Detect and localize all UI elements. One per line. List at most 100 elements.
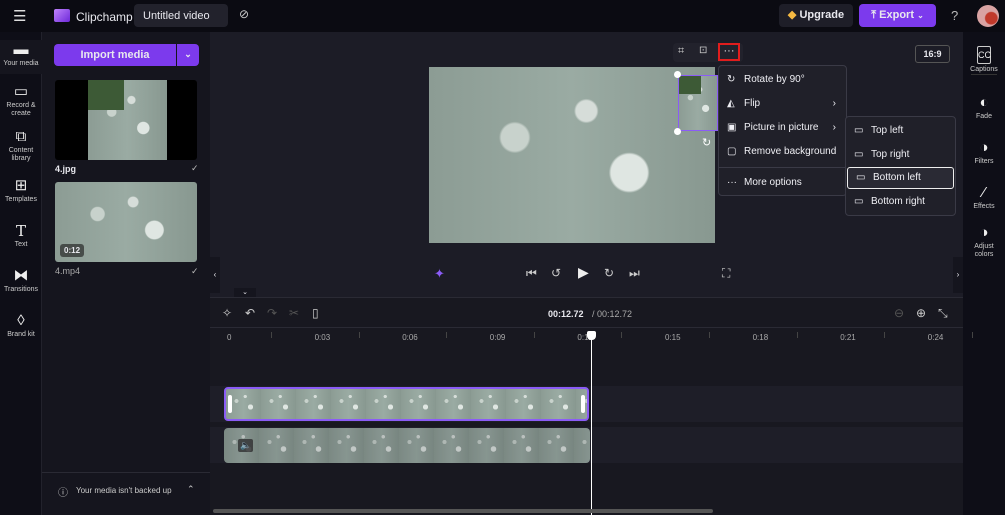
nav-filters[interactable]: ◑ Filters [963, 140, 1005, 166]
more-options-button[interactable]: ··· [718, 43, 740, 61]
aspect-ratio-button[interactable]: 16:9 [915, 45, 950, 63]
pip-submenu: ▭ Top left ▭ Top right ▭ Bottom left ▭ Botto… [845, 116, 956, 216]
redo-icon[interactable]: ↷ [267, 306, 277, 320]
collapse-timeline-button[interactable]: ⌄ [234, 288, 256, 297]
video-preview[interactable] [429, 67, 715, 243]
submenu-bottom-right[interactable]: ▭ Bottom right [846, 191, 955, 213]
rotate-handle-icon[interactable]: ↻ [702, 136, 711, 149]
chevron-up-icon[interactable]: ⌃ [187, 484, 195, 495]
media-name: 4.mp4 [55, 266, 81, 276]
upgrade-button[interactable]: ◆ Upgrade [779, 4, 853, 27]
nav-transitions[interactable]: ⧓ Transitions [0, 268, 42, 294]
fit-timeline-icon[interactable]: ⤡ [938, 306, 948, 321]
nav-text[interactable]: T Text [0, 223, 42, 249]
undo-icon[interactable]: ↶ [245, 306, 255, 320]
divider [210, 327, 963, 328]
nav-fade[interactable]: ◐ Fade [963, 95, 1005, 121]
zoom-in-icon[interactable]: ⊕ [916, 306, 926, 320]
play-button[interactable]: ▶ [578, 264, 589, 281]
current-time: 00:12.72 [548, 309, 584, 319]
rewind-5-icon[interactable]: ↺ [551, 266, 561, 280]
skip-back-icon[interactable]: ⏮ [526, 266, 537, 281]
help-button[interactable]: ? [951, 8, 958, 23]
ruler-tick-label: 0:06 [402, 333, 418, 342]
fit-icon[interactable]: ⊡ [699, 45, 707, 56]
menu-item-flip[interactable]: ◭ Flip › [719, 93, 846, 115]
nav-adjust-colors[interactable]: ◑ Adjust colors [963, 225, 1005, 259]
nav-brand-kit[interactable]: ◊ Brand kit [0, 313, 42, 339]
ruler-minor-tick [884, 332, 886, 338]
cloud-sync-off-icon[interactable]: ⊘ [239, 7, 249, 21]
video-clip[interactable] [224, 387, 589, 421]
nav-label: Fade [976, 113, 992, 120]
backup-notice[interactable]: Your media isn't backed up [76, 486, 172, 495]
zoom-out-icon[interactable]: ⊖ [894, 306, 904, 320]
speaker-icon[interactable]: 🔈 [238, 439, 254, 452]
submenu-top-left[interactable]: ▭ Top left [846, 120, 955, 142]
ruler-minor-tick [621, 332, 623, 338]
resize-handle[interactable] [674, 71, 681, 78]
timeline-scrollbar[interactable] [213, 509, 713, 513]
submenu-bottom-left[interactable]: ▭ Bottom left [847, 167, 954, 189]
check-circle-icon: ✓ [191, 163, 199, 173]
image-preview [88, 80, 167, 160]
magic-camera-icon[interactable]: ✦ [434, 266, 445, 282]
foliage [88, 80, 124, 110]
forward-5-icon[interactable]: ↻ [604, 266, 614, 280]
hamburger-menu-icon[interactable]: ☰ [13, 7, 26, 25]
import-media-button[interactable]: Import media [54, 44, 176, 66]
pip-selection[interactable] [678, 75, 718, 131]
nav-label: Transitions [4, 286, 38, 293]
ruler-minor-tick [796, 332, 798, 338]
foliage [679, 76, 701, 94]
pip-position-icon: ▭ [854, 149, 864, 160]
nav-captions[interactable]: CC Captions [963, 46, 1005, 74]
pip-position-icon: ▭ [856, 172, 866, 183]
magic-edit-icon[interactable]: ✧ [222, 306, 232, 320]
avatar[interactable] [977, 5, 999, 27]
playhead-handle[interactable] [587, 331, 596, 340]
nav-templates[interactable]: ⊞ Templates [0, 178, 42, 204]
divider [42, 472, 210, 473]
add-media-icon[interactable]: ▯ [312, 306, 319, 320]
nav-content-library[interactable]: ⧉ Content library [0, 129, 42, 163]
playhead[interactable] [591, 333, 592, 515]
media-thumbnail-4mp4[interactable]: 0:12 [55, 182, 197, 262]
nav-label: Effects [973, 203, 995, 210]
app-name: Clipchamp [76, 10, 133, 24]
resize-handle[interactable] [674, 128, 681, 135]
scissors-icon[interactable]: ✂ [289, 306, 299, 320]
ruler-minor-tick [709, 332, 710, 338]
media-thumbnail-4jpg[interactable] [55, 80, 197, 160]
captions-icon: CC [977, 46, 991, 64]
menu-item-picture-in-picture[interactable]: ▣ Picture in picture › [719, 117, 846, 139]
collapse-left-button[interactable]: ‹ [210, 257, 220, 293]
trim-handle-right[interactable] [581, 395, 585, 413]
folder-icon: ▬ [13, 41, 29, 58]
crop-icon[interactable]: ⌗ [678, 45, 684, 58]
top-bar: ☰ Clipchamp Untitled video ⊘ ◆ Upgrade ⤒… [0, 0, 1005, 32]
menu-label: Top left [871, 125, 904, 136]
audio-video-clip[interactable]: 🔈 [224, 428, 590, 463]
submenu-top-right[interactable]: ▭ Top right [846, 144, 955, 166]
nav-effects[interactable]: ⁄ Effects [963, 185, 1005, 211]
nav-record-create[interactable]: ▭ Record & create [0, 84, 42, 118]
collapse-right-button[interactable]: › [953, 257, 963, 293]
nav-your-media[interactable]: ▬ Your media [0, 40, 42, 74]
menu-item-more-options[interactable]: ··· More options [719, 172, 846, 194]
ruler-tick-label: 0:18 [752, 333, 769, 342]
fullscreen-icon[interactable]: ⛶ [722, 266, 730, 281]
preview-toolbar: ⌗ ⊡ ··· [673, 43, 743, 62]
templates-icon: ⊞ [14, 177, 28, 194]
project-title-input[interactable]: Untitled video [134, 4, 228, 27]
ruler-tick-label: 0:03 [314, 333, 331, 342]
import-dropdown-button[interactable]: ⌄ [177, 44, 199, 66]
right-nav: CC Captions ◐ Fade ◑ Filters ⁄ Effects ◑ Adju… [963, 32, 1005, 515]
clipchamp-logo [54, 9, 70, 22]
menu-item-rotate[interactable]: ↻ Rotate by 90° [719, 69, 846, 91]
export-button[interactable]: ⤒ Export ⌄ [859, 4, 936, 27]
menu-item-remove-background[interactable]: ▢ Remove background [719, 141, 846, 163]
media-panel: Import media ⌄ 4.jpg ✓ 0:12 4.mp4 ✓ ⓘ Yo… [42, 32, 210, 515]
trim-handle-left[interactable] [228, 395, 232, 413]
skip-forward-icon[interactable]: ⏭ [629, 266, 640, 281]
